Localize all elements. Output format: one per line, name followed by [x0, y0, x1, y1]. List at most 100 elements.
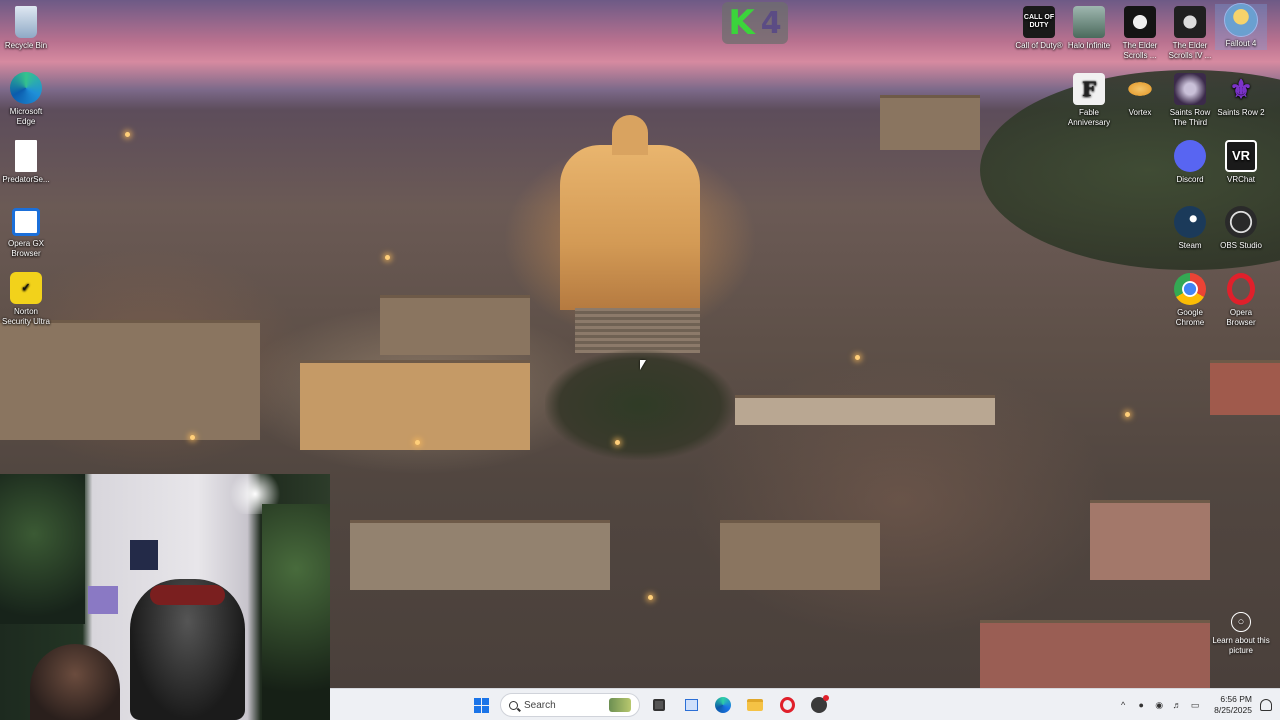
desktop-icon-google-chrome[interactable]: Google Chrome [1164, 273, 1216, 328]
desktop-icon-label: Fable Anniversary [1067, 108, 1111, 127]
volume-icon[interactable]: ♬ [1172, 700, 1182, 710]
clock-date: 8/25/2025 [1214, 705, 1252, 715]
wallpaper-light [385, 255, 390, 260]
recycle-bin-icon [15, 6, 37, 38]
desktop-icon-label: The Elder Scrolls ... [1122, 41, 1158, 60]
desktop-icon-norton[interactable]: ✓ Norton Security Ultra [0, 272, 52, 327]
desktop-icon-microsoft-edge[interactable]: Microsoft Edge [0, 72, 52, 127]
desktop-icon-label: VRChat [1226, 175, 1255, 184]
desktop-icon-saints-row-the-third[interactable]: Saints Row The Third [1164, 73, 1216, 128]
widgets-button[interactable] [678, 692, 704, 718]
windows-icon [469, 693, 493, 717]
webcam-overlay [0, 474, 330, 720]
taskbar-search[interactable]: Search [500, 693, 640, 717]
saints-row-the-third-icon [1174, 73, 1206, 105]
tray-overflow-chevron[interactable]: ^ [1118, 700, 1128, 710]
edge-icon [715, 697, 731, 713]
desktop-icon-label: Steam [1178, 241, 1202, 250]
desktop-icon-label: Call of Duty® [1015, 41, 1063, 50]
wallpaper-buildings [735, 395, 995, 425]
wallpaper-buildings [350, 520, 610, 590]
vortex-icon [1124, 73, 1156, 105]
start-button[interactable] [468, 692, 494, 718]
wallpaper-light [648, 595, 653, 600]
desktop-icon-label: Saints Row The Third [1169, 108, 1211, 127]
desktop-icon-predatorsense[interactable]: PredatorSe... [0, 140, 52, 185]
wallpaper-cathedral [560, 115, 700, 310]
desktop-icon-label: Microsoft Edge [9, 107, 43, 126]
stream-badge: K 4 [722, 2, 788, 44]
fable-icon: F [1073, 73, 1105, 105]
call-of-duty-icon: CALL OF DUTY [1023, 6, 1055, 38]
desktop-icon-fallout-4[interactable]: Fallout 4 [1215, 3, 1267, 50]
badge-number: 4 [760, 5, 782, 41]
wallpaper-light [615, 440, 620, 445]
desktop-icon-obs-studio[interactable]: OBS Studio [1215, 206, 1267, 251]
discord-icon [1174, 140, 1206, 172]
badge-letter: K [728, 3, 755, 43]
opera-icon [779, 697, 795, 713]
webcam-wall-poster [88, 586, 118, 614]
desktop-icon-vortex[interactable]: Vortex [1114, 73, 1166, 118]
steam-icon [1174, 206, 1206, 238]
webcam-person [30, 644, 120, 720]
elder-scrolls-iv-icon [1174, 6, 1206, 38]
wallpaper-buildings [380, 295, 530, 355]
taskbar-apps: Search [468, 689, 832, 720]
desktop-icon-label: Halo Infinite [1067, 41, 1111, 50]
desktop-icon-label: Saints Row 2 [1217, 108, 1265, 117]
saints-row-2-icon: ⚜ [1229, 74, 1253, 104]
desktop-icon-elder-scrolls[interactable]: The Elder Scrolls ... [1114, 6, 1166, 61]
desktop-icon-label: Opera Browser [1226, 308, 1256, 327]
desktop-icon-elder-scrolls-iv[interactable]: The Elder Scrolls IV ... [1164, 6, 1216, 61]
webcam-wall-flag [0, 474, 85, 624]
desktop-icon-opera-browser[interactable]: Opera Browser [1215, 273, 1267, 328]
halo-icon [1073, 6, 1105, 38]
wallpaper-buildings [880, 95, 980, 150]
desktop-icon-halo-infinite[interactable]: Halo Infinite [1063, 6, 1115, 51]
desktop-icon-opera-gx[interactable]: Opera GX Browser [0, 208, 52, 259]
desktop-icon-vrchat[interactable]: VR VRChat [1215, 140, 1267, 185]
widgets-icon [684, 699, 698, 711]
desktop-icon-discord[interactable]: Discord [1164, 140, 1216, 185]
wallpaper-light [190, 435, 195, 440]
wallpaper-light [125, 132, 130, 137]
chrome-icon [1174, 273, 1206, 305]
learn-about-picture[interactable]: ○ Learn about this picture [1212, 612, 1270, 656]
desktop-icon-steam[interactable]: Steam [1164, 206, 1216, 251]
folder-icon [747, 699, 763, 711]
search-icon [509, 700, 518, 710]
opera-gx-icon [12, 208, 40, 236]
task-view-button[interactable] [646, 692, 672, 718]
microphone-icon[interactable]: ● [1136, 700, 1146, 710]
desktop-icon-call-of-duty[interactable]: CALL OF DUTY Call of Duty® [1013, 6, 1065, 51]
wallpaper-stairs [575, 308, 700, 353]
network-icon[interactable]: ◉ [1154, 700, 1164, 710]
desktop-icon-label: The Elder Scrolls IV ... [1168, 41, 1212, 60]
notification-bell-icon[interactable] [1260, 699, 1272, 711]
webcam-wall-shirt [130, 540, 158, 570]
search-placeholder: Search [524, 699, 556, 711]
taskbar-edge[interactable] [710, 692, 736, 718]
desktop-icon-recycle-bin[interactable]: Recycle Bin [0, 6, 52, 51]
task-view-icon [653, 699, 665, 711]
desktop-icon-label: PredatorSe... [2, 175, 50, 184]
desktop-icon-label: Fallout 4 [1225, 39, 1257, 48]
obs-icon [1225, 206, 1257, 238]
system-tray: ^ ● ◉ ♬ ▭ 6:56 PM 8/25/2025 [1118, 689, 1272, 720]
search-highlight-icon [609, 698, 631, 712]
fallout-4-icon [1224, 3, 1258, 37]
taskbar-opera[interactable] [774, 692, 800, 718]
webcam-chair [130, 579, 245, 720]
desktop-icon-label: OBS Studio [1220, 241, 1262, 250]
desktop-icon-label: Norton Security Ultra [1, 307, 50, 326]
desktop-icon-fable-anniversary[interactable]: F Fable Anniversary [1063, 73, 1115, 128]
learn-about-picture-label: Learn about this picture [1212, 636, 1270, 655]
battery-icon[interactable]: ▭ [1190, 700, 1200, 710]
taskbar: Search ^ ● ◉ ♬ ▭ 6:56 PM 8/25/2025 [330, 688, 1280, 720]
clock[interactable]: 6:56 PM 8/25/2025 [1214, 694, 1252, 716]
taskbar-recording-app[interactable] [806, 692, 832, 718]
desktop-icon-saints-row-2[interactable]: ⚜ Saints Row 2 [1215, 73, 1267, 118]
norton-icon: ✓ [10, 272, 42, 304]
taskbar-file-explorer[interactable] [742, 692, 768, 718]
